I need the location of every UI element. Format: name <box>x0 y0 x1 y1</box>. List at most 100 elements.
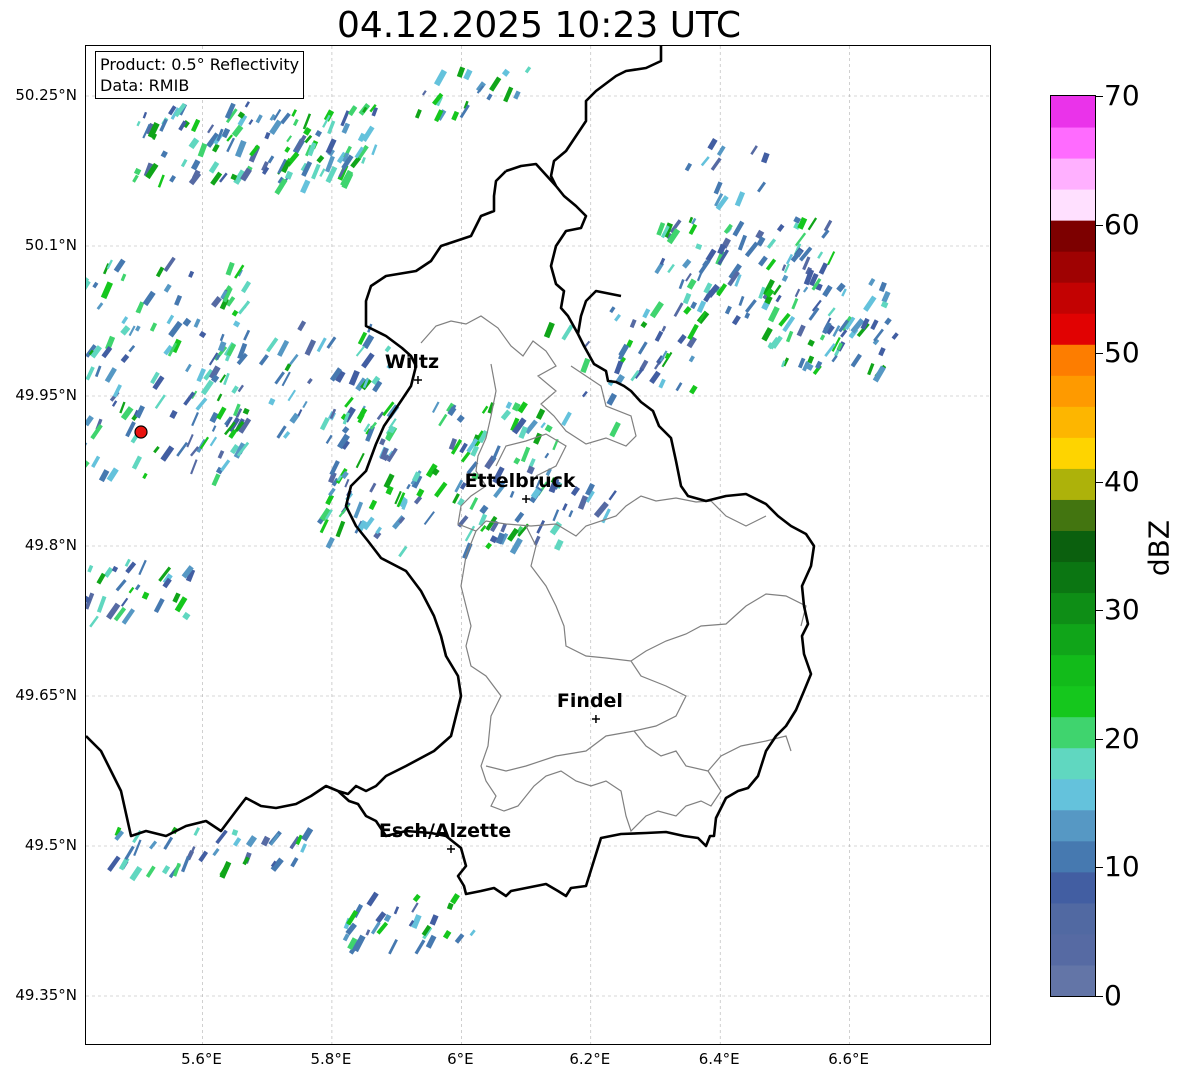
radar-echo-cell <box>219 333 225 342</box>
radar-echo-cell <box>335 520 346 538</box>
radar-echo-cell <box>297 409 303 417</box>
radar-echo-cell <box>454 933 465 944</box>
radar-echo-cell <box>867 362 875 376</box>
radar-echo-cell <box>197 142 208 158</box>
radar-echo-cell <box>675 382 683 392</box>
radar-echo-cell <box>831 355 838 363</box>
radar-echo-cell <box>412 893 421 903</box>
radar-echo-cell <box>207 124 215 134</box>
colorbar-tick <box>1096 996 1103 997</box>
radar-echo-cell <box>200 379 214 396</box>
radar-echo-cell <box>234 264 245 279</box>
radar-echo-cell <box>872 365 886 383</box>
colorbar-swatch <box>1051 499 1095 531</box>
radar-echo-cell <box>659 257 666 266</box>
radar-echo-cell <box>157 174 165 188</box>
colorbar-tick-label: 40 <box>1104 464 1140 498</box>
radar-echo-cell <box>489 76 502 92</box>
city-markers <box>413 376 600 853</box>
radar-echo-cell <box>142 111 148 119</box>
longitude-tick-label: 6.4°E <box>698 1050 740 1068</box>
colorbar-swatch <box>1051 406 1095 438</box>
radar-echo-cell <box>342 933 350 942</box>
longitude-tick-label: 5.6°E <box>181 1050 222 1068</box>
radar-echo-cell <box>238 300 251 315</box>
colorbar-tick-label: 30 <box>1104 593 1140 627</box>
radar-echo-cell <box>319 417 330 431</box>
radar-echo-cell <box>291 109 297 117</box>
radar-echo-cell <box>765 258 777 271</box>
radar-echo-cell <box>863 295 877 312</box>
radar-echo-cell <box>325 138 337 155</box>
radar-echo-cell <box>677 334 687 345</box>
radar-echo-cell <box>772 284 782 296</box>
radar-echo-cell <box>678 279 685 290</box>
radar-echo-cell <box>248 119 254 125</box>
radar-echo-cell <box>640 321 648 329</box>
radar-echo-cell <box>319 168 326 177</box>
city-label: Ettelbruck <box>464 470 576 492</box>
radar-echo-cell <box>300 843 307 853</box>
radar-echo-cell <box>135 325 141 332</box>
radar-echo-cell <box>485 542 493 550</box>
radar-echo-cell <box>827 307 836 317</box>
colorbar-tick <box>1096 96 1103 97</box>
radar-echo-cell <box>242 407 250 415</box>
radar-echo-cell <box>131 455 143 470</box>
radar-echo-cell <box>667 263 675 274</box>
radar-echo-cell <box>132 174 139 183</box>
radar-echo-cell <box>775 294 782 303</box>
radar-echo-cell <box>188 137 200 150</box>
radar-echo-cell <box>269 119 283 135</box>
radar-echo-cell <box>341 426 350 434</box>
radar-echo-cell <box>231 309 239 317</box>
radar-echo-cell <box>501 68 510 77</box>
colorbar-swatch <box>1051 530 1095 563</box>
radar-echo-cell <box>568 510 574 518</box>
radar-echo-cell <box>292 118 299 127</box>
radar-map[interactable] <box>85 45 991 1045</box>
radar-echo-cell <box>383 473 395 489</box>
radar-echo-cell <box>128 586 135 594</box>
radar-echo-cell <box>479 504 489 515</box>
radar-echo-cell <box>421 90 427 96</box>
radar-echo-cell <box>119 401 126 414</box>
radar-echo-cell <box>766 238 777 249</box>
radar-echo-cell <box>884 317 892 326</box>
radar-echo-cell <box>716 145 726 157</box>
radar-echo-cell <box>459 442 468 454</box>
radar-echo-cell <box>94 365 102 378</box>
radar-echo-cell <box>145 865 156 878</box>
radar-echo-cell <box>745 299 757 313</box>
radar-echo-cell <box>182 611 191 621</box>
radar-echo-cell <box>92 281 99 289</box>
radar-echo-cell <box>365 929 371 936</box>
radar-echo-cell <box>388 939 398 955</box>
radar-echo-cell <box>193 827 201 836</box>
radar-echo-cell <box>302 400 308 409</box>
radar-echo-cell <box>822 284 833 298</box>
radar-echo-cell <box>608 490 617 501</box>
radar-echo-cell <box>683 306 692 315</box>
radar-echo-cell <box>163 836 174 850</box>
colorbar-tick <box>1096 481 1103 483</box>
radar-echo-cell <box>190 118 201 133</box>
radar-echo-cell <box>134 584 141 591</box>
radar-echo-cell <box>442 930 452 940</box>
map-title: 04.12.2025 10:23 UTC <box>336 5 742 46</box>
radar-echo-cell <box>115 579 127 592</box>
radar-echo-cell <box>540 422 546 429</box>
radar-echo-cell <box>425 934 437 949</box>
longitude-tick-label: 6.6°E <box>828 1050 870 1068</box>
radar-echo-cell <box>880 300 889 309</box>
radar-echo-cell <box>244 101 250 108</box>
radar-echo-cell <box>190 459 198 475</box>
radar-echo-cell <box>128 325 136 337</box>
radar-echo-cell <box>348 370 360 386</box>
canton-boundaries <box>420 315 807 833</box>
radar-echo-cell <box>695 243 703 250</box>
radar-echo-cell <box>434 481 448 498</box>
radar-echo-cell <box>188 270 195 278</box>
colorbar-tick-label: 0 <box>1104 979 1122 1012</box>
radar-echo-cell <box>120 273 127 282</box>
